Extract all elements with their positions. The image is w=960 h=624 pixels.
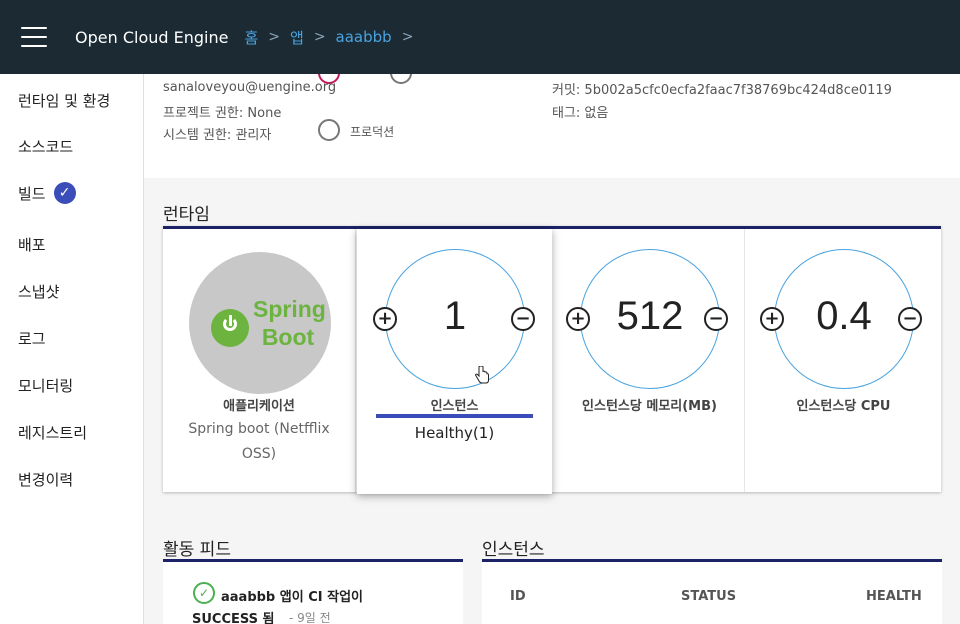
application-label: 애플리케이션 — [223, 399, 295, 414]
plus-icon[interactable]: + — [566, 307, 590, 331]
user-email: sanaloveyou@uengine.org — [163, 80, 337, 95]
sidebar: 런타임 및 환경 소스코드 빌드 ✓ 배포 스냅샷 로그 모니터링 레지스트리 변… — [0, 74, 144, 624]
cpu-cell: 0.4 + − 인스턴스당 CPU — [746, 229, 941, 492]
minus-icon[interactable]: − — [898, 307, 922, 331]
sidebar-item-build[interactable]: 빌드 ✓ — [18, 182, 76, 204]
minus-icon[interactable]: − — [704, 307, 728, 331]
memory-value: 512 — [616, 294, 684, 338]
hamburger-menu-icon[interactable] — [21, 27, 47, 47]
instances-ring: 1 — [385, 249, 525, 389]
cpu-ring: 0.4 — [774, 249, 914, 389]
top-bar: Open Cloud Engine 홈 > 앱 > aaabbb > — [0, 0, 960, 74]
radio-production-label: 프로덕션 — [350, 125, 395, 139]
memory-label: 인스턴스당 메모리(MB) — [582, 399, 717, 414]
logo-text-boot: Boot — [261, 324, 315, 350]
column-header-status[interactable]: STATUS — [681, 589, 736, 604]
power-icon — [211, 309, 249, 347]
sidebar-item-source[interactable]: 소스코드 — [18, 136, 73, 157]
cpu-label: 인스턴스당 CPU — [796, 399, 891, 414]
instances-label: 인스턴스 — [430, 399, 479, 414]
sidebar-item-label: 빌드 — [18, 184, 46, 203]
radio-production[interactable] — [318, 119, 340, 141]
column-header-health[interactable]: HEALTH — [866, 589, 922, 604]
app-info-panel: sanaloveyou@uengine.org 프로젝트 권한: None 시스… — [144, 62, 960, 178]
sidebar-item-label: 로그 — [18, 330, 46, 348]
sidebar-item-runtime[interactable]: 런타임 및 환경 — [18, 90, 110, 111]
logo-text-spring: Spring — [253, 296, 326, 322]
sidebar-item-deploy[interactable]: 배포 — [18, 234, 46, 255]
sidebar-item-log[interactable]: 로그 — [18, 328, 46, 349]
application-type-suffix: OSS) — [241, 446, 277, 462]
plus-icon[interactable]: + — [373, 307, 397, 331]
sidebar-item-label: 배포 — [18, 236, 46, 254]
instances-status: Healthy(1) — [414, 424, 495, 442]
memory-cell: 512 + − 인스턴스당 메모리(MB) — [555, 229, 745, 492]
memory-ring: 512 — [580, 249, 720, 389]
check-icon: ✓ — [53, 182, 76, 204]
breadcrumb-separator: > — [313, 29, 326, 45]
sidebar-item-label: 런타임 및 환경 — [18, 92, 111, 110]
application-type: Spring boot (Netfflix — [188, 421, 330, 437]
runtime-card: Spring Boot 애플리케이션 Spring boot (Netfflix… — [163, 226, 941, 494]
instances-underline — [376, 414, 533, 418]
activity-feed-title: 활동 피드 — [163, 540, 231, 560]
sidebar-item-history[interactable]: 변경이력 — [18, 469, 73, 490]
instances-table-title: 인스턴스 — [482, 540, 545, 560]
breadcrumb-app[interactable]: aaabbb — [336, 28, 392, 46]
success-check-icon: ✓ — [193, 582, 215, 604]
project-permission: 프로젝트 권한: None — [163, 106, 282, 121]
sidebar-item-monitoring[interactable]: 모니터링 — [18, 375, 73, 396]
breadcrumb-separator: > — [268, 29, 280, 45]
sidebar-item-label: 스냅샷 — [18, 283, 60, 301]
spring-boot-logo: Spring Boot — [189, 252, 331, 394]
minus-icon[interactable]: − — [511, 307, 535, 331]
cpu-value: 0.4 — [816, 294, 872, 338]
activity-feed: ✓ aaabbb 앱이 CI 작업이 SUCCESS 됨 - 9일 전 — [163, 559, 463, 624]
hand-cursor-icon — [474, 366, 489, 384]
activity-entry-status: SUCCESS 됨 — [192, 612, 275, 624]
sidebar-item-label: 모니터링 — [18, 377, 74, 395]
app-title: Open Cloud Engine — [75, 27, 229, 47]
sidebar-item-label: 소스코드 — [18, 138, 74, 156]
system-permission: 시스템 권한: 관리자 — [163, 128, 272, 143]
instances-table: ID STATUS HEALTH — [482, 559, 942, 624]
commit-hash: 커밋: 5b002a5cfc0ecfa2faac7f38769bc424d8ce… — [552, 83, 892, 98]
breadcrumb-home[interactable]: 홈 — [244, 27, 258, 48]
instances-cell[interactable]: 1 + − 인스턴스 Healthy(1) — [357, 229, 552, 494]
breadcrumb-apps[interactable]: 앱 — [290, 27, 304, 48]
activity-entry: aaabbb 앱이 CI 작업이 — [221, 590, 363, 605]
instances-value: 1 — [443, 294, 467, 338]
sidebar-item-snapshot[interactable]: 스냅샷 — [18, 281, 59, 302]
plus-icon[interactable]: + — [760, 307, 784, 331]
sidebar-item-registry[interactable]: 레지스트리 — [18, 422, 87, 443]
main-content: sanaloveyou@uengine.org 프로젝트 권한: None 시스… — [144, 62, 960, 624]
sidebar-item-label: 레지스트리 — [18, 424, 88, 442]
tags: 태그: 없음 — [552, 106, 609, 121]
breadcrumb: 홈 > 앱 > aaabbb > — [244, 27, 423, 48]
activity-entry-time: - 9일 전 — [289, 611, 331, 624]
runtime-title: 런타임 — [163, 205, 210, 225]
application-cell: Spring Boot 애플리케이션 Spring boot (Netfflix… — [163, 229, 356, 492]
sidebar-item-label: 변경이력 — [18, 471, 74, 489]
breadcrumb-separator: > — [401, 29, 414, 45]
column-header-id[interactable]: ID — [510, 589, 526, 604]
